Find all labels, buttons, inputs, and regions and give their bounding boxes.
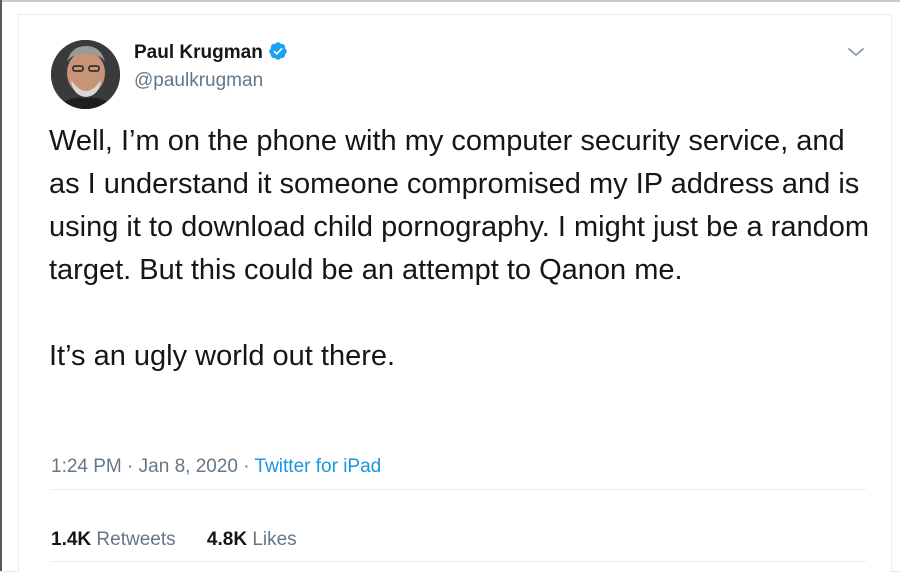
divider [50, 561, 866, 562]
verified-badge-icon [269, 42, 287, 60]
retweets-stat[interactable]: 1.4K Retweets [51, 529, 176, 551]
chevron-down-icon [848, 48, 864, 56]
likes-label: Likes [252, 529, 297, 550]
tweet-text: Well, I’m on the phone with my computer … [49, 120, 869, 378]
meta-separator: · [243, 456, 250, 477]
likes-stat[interactable]: 4.8K Likes [207, 529, 297, 551]
author-name[interactable]: Paul Krugman [134, 41, 288, 64]
tweet-card: Paul Krugman @paulkrugman Well, I’m on t… [18, 14, 892, 572]
author-name-text[interactable]: Paul Krugman [134, 42, 263, 63]
tweet-paragraph: It’s an ugly world out there. [49, 340, 396, 372]
tweet-time[interactable]: 1:24 PM [51, 456, 122, 477]
tweet-meta: 1:24 PM · Jan 8, 2020 · Twitter for iPad [51, 456, 381, 478]
tweet-source-link[interactable]: Twitter for iPad [255, 456, 382, 477]
divider [50, 489, 866, 490]
tweet-paragraph: Well, I’m on the phone with my computer … [49, 125, 870, 286]
tweet-menu-button[interactable] [845, 43, 867, 61]
top-border [2, 0, 900, 2]
screenshot-frame: Paul Krugman @paulkrugman Well, I’m on t… [0, 0, 900, 572]
retweets-count: 1.4K [51, 529, 92, 550]
retweets-label: Retweets [96, 529, 176, 550]
likes-count: 4.8K [206, 529, 248, 550]
meta-separator: · [127, 456, 134, 477]
tweet-date[interactable]: Jan 8, 2020 [139, 456, 238, 477]
author-handle[interactable]: @paulkrugman [134, 70, 263, 92]
tweet-stats: 1.4K Retweets 4.8K Likes [51, 529, 323, 551]
avatar[interactable] [51, 40, 120, 109]
avatar-portrait-image [51, 40, 120, 109]
